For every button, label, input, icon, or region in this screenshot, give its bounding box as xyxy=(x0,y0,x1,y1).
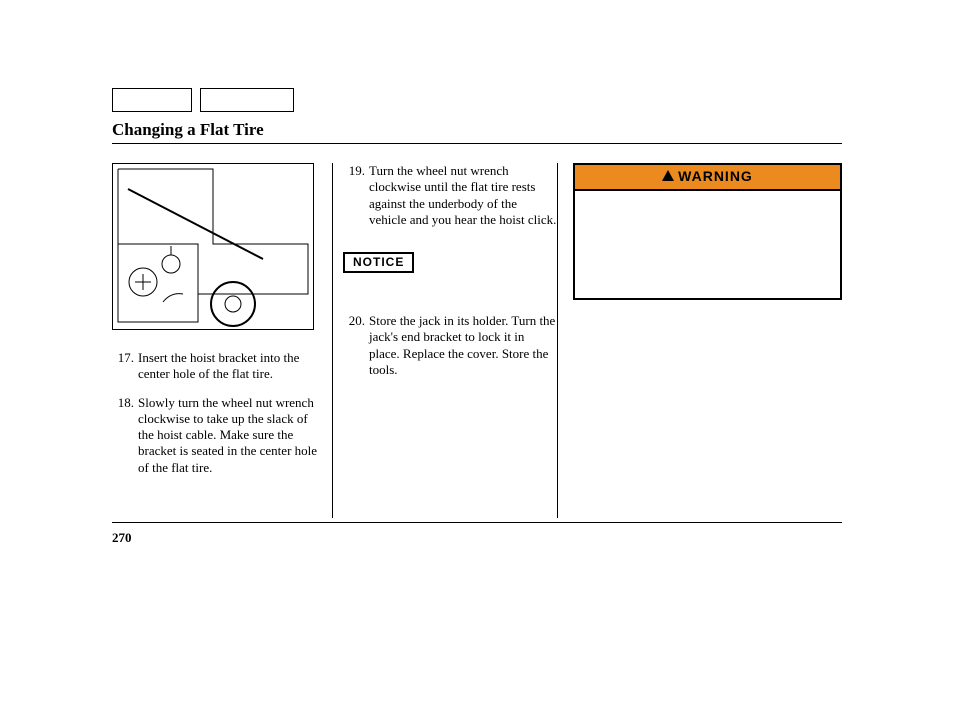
step-number: 20. xyxy=(343,313,369,378)
hoist-illustration xyxy=(112,163,314,330)
step-19: 19. Turn the wheel nut wrench clockwise … xyxy=(343,163,557,228)
steps-list-col2b: 20. Store the jack in its holder. Turn t… xyxy=(343,313,557,378)
warning-triangle-icon xyxy=(662,170,674,181)
step-number: 17. xyxy=(112,350,138,383)
step-number: 18. xyxy=(112,395,138,476)
steps-list-col1: 17. Insert the hoist bracket into the ce… xyxy=(112,350,324,476)
step-text: Insert the hoist bracket into the center… xyxy=(138,350,324,383)
notice-label: NOTICE xyxy=(343,252,414,273)
header-link-boxes xyxy=(112,88,294,112)
step-20: 20. Store the jack in its holder. Turn t… xyxy=(343,313,557,378)
column-1: 17. Insert the hoist bracket into the ce… xyxy=(112,163,332,518)
step-18: 18. Slowly turn the wheel nut wrench clo… xyxy=(112,395,324,476)
column-2: 19. Turn the wheel nut wrench clockwise … xyxy=(332,163,557,518)
step-text: Slowly turn the wheel nut wrench clockwi… xyxy=(138,395,324,476)
step-text: Store the jack in its holder. Turn the j… xyxy=(369,313,557,378)
step-number: 19. xyxy=(343,163,369,228)
warning-label-text: WARNING xyxy=(678,168,753,186)
illustration-svg xyxy=(113,164,313,329)
page-number: 270 xyxy=(112,530,132,546)
warning-box: WARNING xyxy=(573,163,842,300)
content-columns: 17. Insert the hoist bracket into the ce… xyxy=(112,163,842,518)
manual-page: Changing a Flat Tire xyxy=(0,0,954,710)
steps-list-col2a: 19. Turn the wheel nut wrench clockwise … xyxy=(343,163,557,228)
warning-body xyxy=(575,191,840,298)
warning-header: WARNING xyxy=(575,165,840,191)
step-17: 17. Insert the hoist bracket into the ce… xyxy=(112,350,324,383)
header-box-1 xyxy=(112,88,192,112)
rule-bottom xyxy=(112,522,842,523)
header-box-2 xyxy=(200,88,294,112)
rule-top xyxy=(112,143,842,144)
page-title: Changing a Flat Tire xyxy=(112,120,264,140)
step-text: Turn the wheel nut wrench clockwise unti… xyxy=(369,163,557,228)
column-3: WARNING xyxy=(557,163,842,518)
